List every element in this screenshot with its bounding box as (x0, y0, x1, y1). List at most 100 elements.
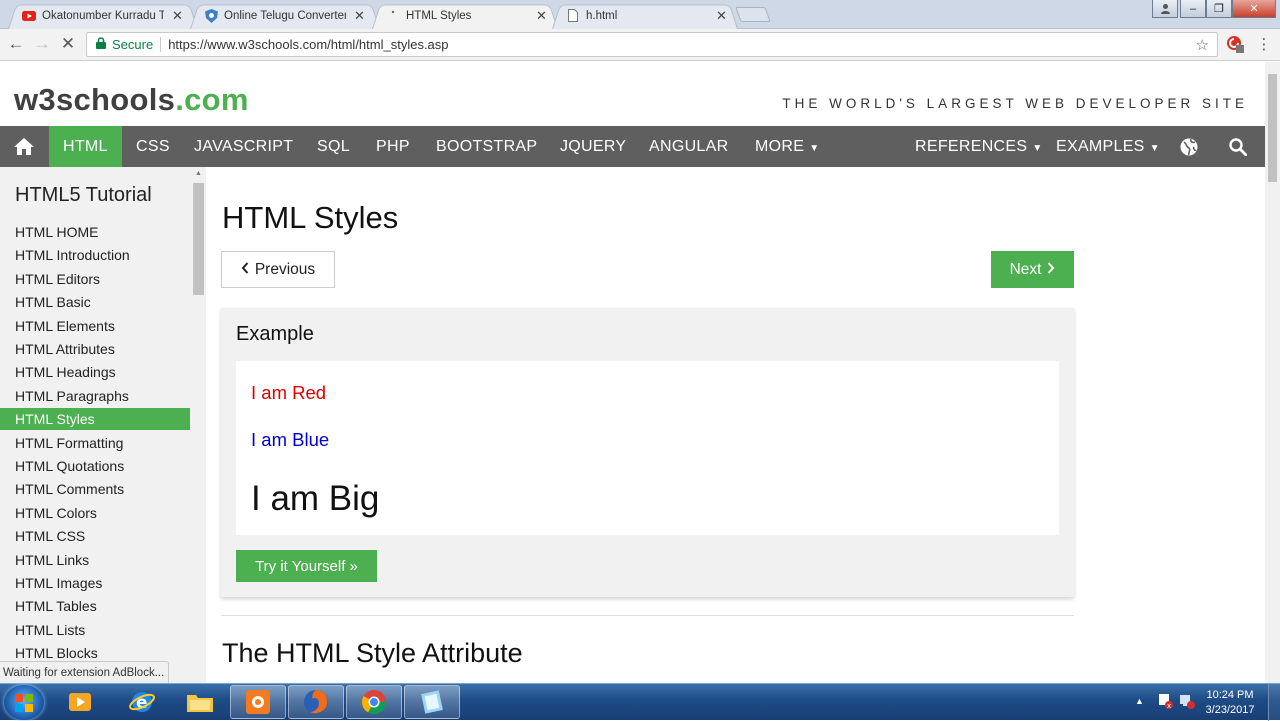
search-icon[interactable] (1216, 126, 1260, 167)
example-box: Example I am Red I am Blue I am Big Try … (221, 308, 1074, 597)
nav-html[interactable]: HTML (49, 126, 122, 167)
tray-expand-icon[interactable]: ▲ (1135, 696, 1144, 706)
sidebar-item[interactable]: HTML Attributes (0, 338, 190, 360)
try-it-yourself-button[interactable]: Try it Yourself » (236, 550, 377, 582)
minimize-button[interactable]: – (1180, 0, 1206, 18)
nav-php[interactable]: PHP (362, 126, 424, 167)
divider (221, 615, 1074, 616)
globe-icon[interactable] (1167, 126, 1211, 167)
nav-javascript[interactable]: JAVASCRIPT (180, 126, 307, 167)
browser-tab-active[interactable]: HTML Styles ✕ (372, 2, 558, 30)
top-navigation: HTML CSS JAVASCRIPT SQL PHP BOOTSTRAP JQ… (0, 126, 1265, 167)
close-tab-icon[interactable]: ✕ (536, 8, 547, 24)
home-icon[interactable] (0, 126, 48, 167)
extension-icon[interactable] (1224, 34, 1246, 54)
back-arrow-icon[interactable]: ← (6, 34, 26, 54)
sidebar-item[interactable]: HTML Tables (0, 595, 190, 617)
nav-more[interactable]: MORE ▼ (741, 126, 833, 167)
browser-tab[interactable]: Online Telugu Converter ✕ (190, 2, 380, 30)
sidebar: HTML5 Tutorial HTML HOME HTML Introductio… (0, 167, 206, 683)
bookmark-star-icon[interactable]: ☆ (1196, 36, 1209, 54)
sidebar-item[interactable]: HTML Editors (0, 268, 190, 290)
scroll-up-arrow-icon: ▲ (195, 170, 202, 177)
shield-icon (204, 8, 218, 23)
sidebar-item[interactable]: HTML Lists (0, 619, 190, 641)
sidebar-item[interactable]: HTML HOME (0, 221, 190, 243)
page-viewport: w3schools.com THE WORLD'S LARGEST WEB DE… (0, 62, 1265, 683)
browser-tab[interactable]: h.html ✕ (552, 2, 738, 30)
new-tab-button[interactable] (735, 7, 771, 22)
browser-tab-strip: Okatonumber Kurradu Te ✕ Online Telugu C… (0, 0, 1280, 30)
sidebar-item[interactable]: HTML Elements (0, 315, 190, 337)
nav-css[interactable]: CSS (122, 126, 184, 167)
secure-label: Secure (112, 37, 154, 52)
sidebar-item[interactable]: HTML Images (0, 572, 190, 594)
caret-down-icon: ▼ (1149, 143, 1160, 154)
nav-references[interactable]: REFERENCES ▼ (901, 126, 1057, 167)
sidebar-item[interactable]: HTML Quotations (0, 455, 190, 477)
section-heading: The HTML Style Attribute (222, 638, 523, 668)
taskbar-clock[interactable]: 10:24 PM 3/23/2017 (1199, 688, 1261, 718)
sidebar-item[interactable]: HTML Styles (0, 408, 190, 431)
sidebar-item[interactable]: HTML Colors (0, 502, 190, 524)
maximize-button[interactable]: ❐ (1206, 0, 1232, 18)
action-center-icon[interactable]: x (1157, 693, 1173, 714)
nav-sql[interactable]: SQL (303, 126, 364, 167)
close-tab-icon[interactable]: ✕ (716, 8, 727, 24)
tab-title: h.html (586, 9, 618, 22)
sidebar-item[interactable]: HTML Introduction (0, 244, 190, 266)
close-tab-icon[interactable]: ✕ (354, 8, 365, 24)
previous-button[interactable]: Previous (221, 251, 335, 288)
media-player-icon[interactable] (52, 685, 108, 719)
lock-icon (96, 37, 106, 52)
close-window-button[interactable]: ✕ (1232, 0, 1276, 18)
chevron-right-icon (1047, 261, 1055, 279)
svg-text:x: x (1167, 702, 1171, 709)
caret-down-icon: ▼ (809, 143, 820, 154)
site-logo[interactable]: w3schools.com (14, 82, 249, 118)
tab-title: HTML Styles (406, 9, 472, 22)
browser-tab[interactable]: Okatonumber Kurradu Te ✕ (8, 2, 198, 30)
nav-angular[interactable]: ANGULAR (635, 126, 742, 167)
internet-explorer-icon[interactable]: e (114, 685, 170, 719)
page-scrollbar[interactable] (1265, 62, 1280, 683)
next-button[interactable]: Next (991, 251, 1074, 288)
example-output: I am Red I am Blue I am Big (236, 361, 1059, 535)
page-scroll-thumb[interactable] (1268, 74, 1277, 182)
sidebar-scrollbar[interactable]: ▲ (191, 167, 206, 683)
sidebar-item[interactable]: HTML Formatting (0, 432, 190, 454)
sidebar-scroll-thumb[interactable] (193, 183, 204, 295)
forward-arrow-icon[interactable]: → (32, 34, 52, 54)
network-icon[interactable] (1179, 693, 1195, 714)
url-text[interactable]: https://www.w3schools.com/html/html_styl… (168, 37, 448, 52)
show-desktop-button[interactable] (1268, 684, 1280, 721)
notepad-icon[interactable] (404, 685, 460, 719)
sidebar-item[interactable]: HTML Links (0, 549, 190, 571)
sidebar-item[interactable]: HTML CSS (0, 525, 190, 547)
chrome-icon[interactable] (346, 685, 402, 719)
profile-icon[interactable] (1152, 0, 1178, 18)
nav-jquery[interactable]: JQUERY (546, 126, 640, 167)
example-red-text: I am Red (251, 382, 327, 403)
sidebar-item[interactable]: HTML Paragraphs (0, 385, 190, 407)
clock-date: 3/23/2017 (1205, 704, 1255, 716)
sidebar-item[interactable]: HTML Comments (0, 478, 190, 500)
loading-icon (386, 9, 400, 23)
file-explorer-icon[interactable] (172, 685, 228, 719)
nav-bootstrap[interactable]: BOOTSTRAP (422, 126, 551, 167)
firefox-icon[interactable] (288, 685, 344, 719)
stop-loading-icon[interactable]: ✕ (58, 34, 78, 54)
windows-taskbar: e ▲ x 10:24 PM 3/23/2017 (0, 683, 1280, 721)
address-bar[interactable]: Secure https://www.w3schools.com/html/ht… (86, 32, 1218, 57)
close-tab-icon[interactable]: ✕ (172, 8, 183, 24)
app-icon[interactable] (230, 685, 286, 719)
youtube-icon (22, 9, 36, 23)
tab-title: Online Telugu Converter (224, 9, 346, 22)
nav-examples[interactable]: EXAMPLES ▼ (1042, 126, 1174, 167)
menu-kebab-icon[interactable]: ⋮ (1254, 34, 1274, 54)
start-button[interactable] (4, 685, 44, 720)
file-icon (566, 9, 580, 23)
sidebar-item[interactable]: HTML Basic (0, 291, 190, 313)
sidebar-item[interactable]: HTML Headings (0, 361, 190, 383)
example-title: Example (236, 323, 314, 345)
